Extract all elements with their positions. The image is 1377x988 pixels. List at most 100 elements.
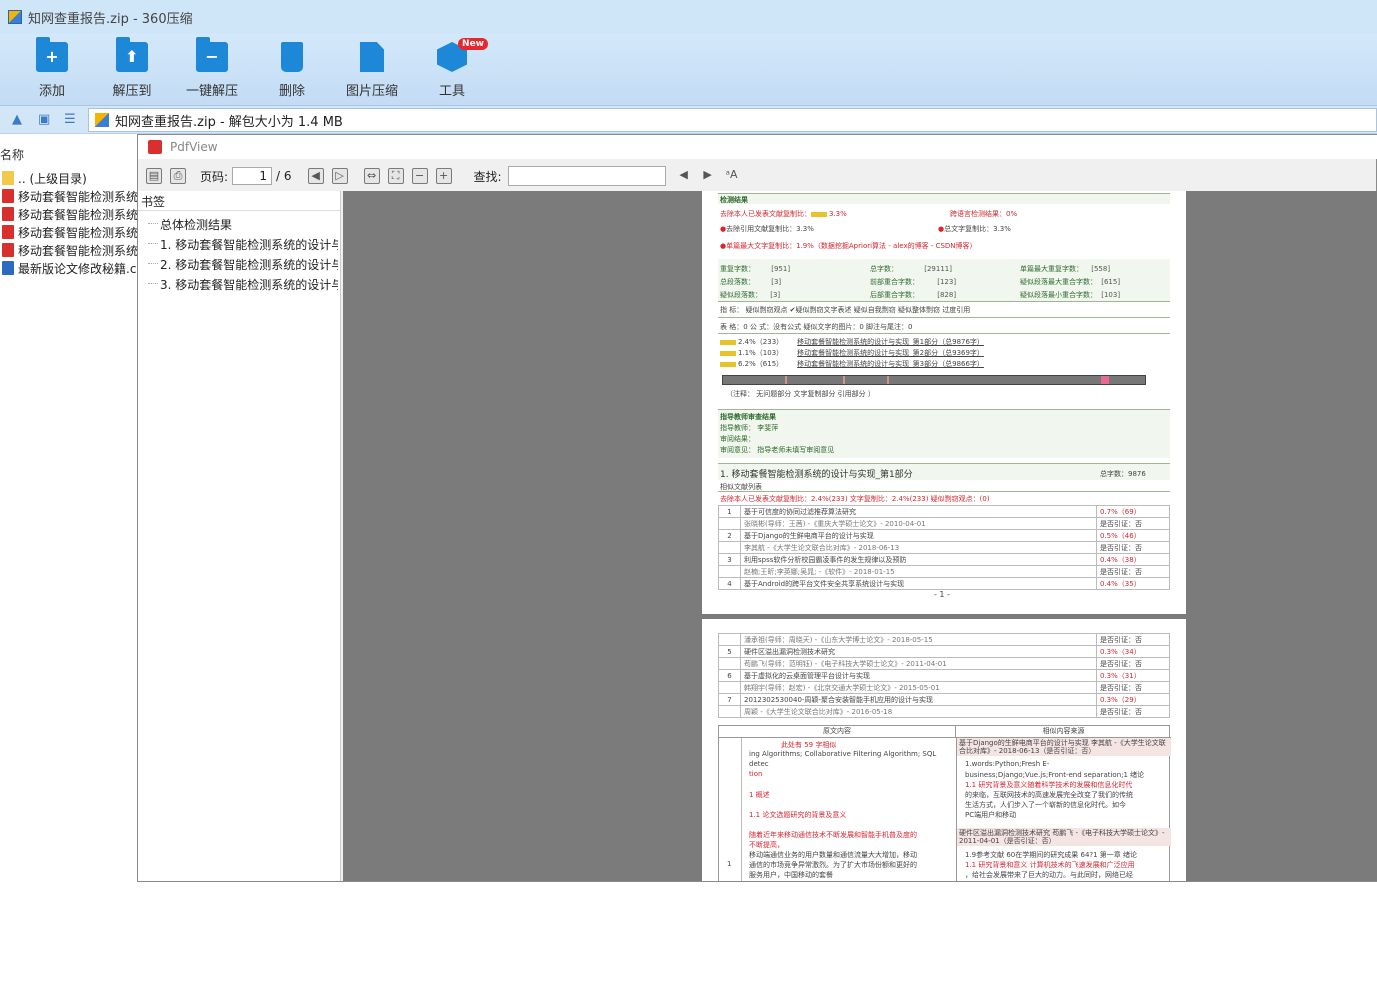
file-row-parent[interactable]: .. (上级目录) <box>2 169 142 187</box>
similar-refs-table-cont: 潘承祖(导师：周晓天) -《山东大学博士论文》- 2018-05-15 是否引证：… <box>718 633 1170 718</box>
find-next-icon[interactable]: ▶ <box>700 168 716 184</box>
thumbnail-view-icon[interactable]: ▣ <box>38 113 52 126</box>
open-icon[interactable]: ▤ <box>146 168 162 184</box>
one-click-extract-icon: − <box>196 37 228 72</box>
window-title: 知网查重报告.zip - 360压缩 <box>28 11 193 27</box>
pdfview-window: PdfView ▤ ⎙ 页码: 1 / 6 ◀ ▷ ⇔ ⛶ − + 查找: ◀ … <box>137 134 1377 882</box>
pdf-toolbar: ▤ ⎙ 页码: 1 / 6 ◀ ▷ ⇔ ⛶ − + 查找: ◀ ▶ ᵃA <box>138 163 1377 189</box>
name-column-header[interactable]: 名称 <box>0 146 24 163</box>
original-line: 不断提高， <box>749 841 784 849</box>
main-toolbar: + 添加 ⬆ 解压到 − 一键解压 删除 图片压缩 New 工具 <box>0 34 1377 106</box>
part-stats: 去除本人已发表文献复制比：2.4%(233) 文字复制比：2.4%(233) 疑… <box>720 495 990 503</box>
page-input[interactable]: 1 <box>232 167 273 185</box>
original-line: 1.1 论文选题研究的背景及意义 <box>749 811 847 819</box>
file-row[interactable]: 最新版论文修改秘籍.c <box>2 259 142 277</box>
pdfview-title-bar: PdfView <box>138 135 1377 159</box>
bookmark-item[interactable]: 2. 移动套餐智能检测系统的设计与 <box>160 256 338 273</box>
indicators-row: 指 标： 疑似剽窃观点 ✔疑似剽窃文字表述 疑似自我剽窃 疑似整体剽窃 过度引用 <box>720 306 971 314</box>
add-button[interactable]: + 添加 <box>14 37 90 99</box>
find-options-icon[interactable]: ᵃA <box>724 168 740 184</box>
file-name: .. (上级目录) <box>18 171 87 186</box>
folder-icon <box>2 171 14 185</box>
stat-row: 前部重合字数： [123] <box>870 278 957 286</box>
image-compress-button[interactable]: 图片压缩 <box>334 40 410 99</box>
tools-label: 工具 <box>438 84 465 99</box>
original-line: 移动端通信业务的用户数量和通信流量大大增加，移动 <box>749 851 917 859</box>
pdf-file-icon <box>2 243 14 257</box>
max-single-ratio: ●单篇最大文字复制比：1.9%（数据挖掘Apriori算法 - alex的博客 … <box>720 242 977 250</box>
file-row[interactable]: 移动套餐智能检测系统 <box>2 241 142 259</box>
one-click-extract-label: 一键解压 <box>185 84 238 99</box>
similar-refs-table: 1 基于可信度的协同过滤推荐算法研究 0.7%（69） 张晓彬(导师：王茜) -《重… <box>718 505 1170 590</box>
zip-file-icon <box>95 113 109 127</box>
up-arrow-icon[interactable]: ▲ <box>12 113 26 126</box>
source-line: 1.words:Python;Fresh E- <box>965 760 1050 768</box>
source-line: ，给社会发展带来了巨大的动力。与此同时，网络已经 <box>965 871 1133 879</box>
overlap-strip <box>722 375 1146 385</box>
source-column-header: 相似内容来源 <box>956 726 1171 738</box>
part-row: 2.4%（233） 移动套餐智能检测系统的设计与实现_第1部分（总9876字） <box>720 337 984 347</box>
address-bar: ▲ ▣ ☰ 知网查重报告.zip - 解包大小为 1.4 MB <box>0 106 1377 134</box>
strip-legend: （注释： 无问题部分 文字复制部分 引用部分 ） <box>726 390 875 398</box>
source-line: 生活方式，人们步入了一个崭新的信息化时代。如今 <box>965 801 1126 809</box>
file-row[interactable]: 移动套餐智能检测系统 <box>2 187 142 205</box>
total-copy-ratio: ●总文字复制比：3.3% <box>938 225 1011 233</box>
review-opinion: 审阅意见： 指导老师未填写审阅意见 <box>720 446 835 454</box>
original-line: ing Algorithms; Collaborative Filtering … <box>749 750 937 758</box>
pdf-viewer[interactable]: 检测结果 去除本人已发表文献复制比： 3.3% 跨语言检测结果：0% ●去除引用文… <box>343 191 1377 881</box>
print-icon[interactable]: ⎙ <box>170 168 186 184</box>
source-line: business;Django;Vue.js;Front-end separat… <box>965 771 1145 779</box>
add-label: 添加 <box>38 84 65 99</box>
file-name: 最新版论文修改秘籍.c <box>18 261 137 276</box>
bookmark-item[interactable]: 1. 移动套餐智能检测系统的设计与 <box>160 236 338 253</box>
original-column-header: 原文内容 <box>719 726 956 738</box>
file-name: 移动套餐智能检测系统 <box>18 225 139 240</box>
list-view-icon[interactable]: ☰ <box>64 113 78 126</box>
next-page-icon[interactable]: ▷ <box>331 168 348 184</box>
fit-width-icon[interactable]: ⇔ <box>363 168 380 184</box>
tools-button[interactable]: New 工具 <box>414 38 490 99</box>
part-title: 1. 移动套餐智能检测系统的设计与实现_第1部分 <box>720 470 913 480</box>
source-line: 1.1 研究背景及意义随着科学技术的发展和信息化时代 <box>965 781 1133 789</box>
page-number: - 1 - <box>934 590 950 599</box>
pdf-file-icon <box>2 189 14 203</box>
delete-label: 删除 <box>278 84 305 99</box>
stat-row: 重复字数： [951] <box>720 265 791 273</box>
title-bar: 知网查重报告.zip - 360压缩 <box>0 0 1377 34</box>
fit-page-icon[interactable]: ⛶ <box>387 168 404 184</box>
stat-row: 疑似段落最小重合字数： [103] <box>1020 291 1121 299</box>
zoom-out-icon[interactable]: − <box>411 168 428 184</box>
bookmark-item[interactable]: 3. 移动套餐智能检测系统的设计与 <box>160 276 338 293</box>
pdf-app-icon <box>148 140 162 154</box>
find-prev-icon[interactable]: ◀ <box>676 168 692 184</box>
stat-row: 总段落数： [3] <box>720 278 782 286</box>
bookmark-panel: 书签 总体检测结果 1. 移动套餐智能检测系统的设计与 2. 移动套餐智能检测系… <box>138 191 341 881</box>
extract-to-button[interactable]: ⬆ 解压到 <box>94 37 170 99</box>
one-click-extract-button[interactable]: − 一键解压 <box>174 37 250 99</box>
original-line: 通信的市场竞争异常激烈。为了扩大市场份额和更好的 <box>749 861 917 869</box>
copy-ratio-label: 去除本人已发表文献复制比： <box>720 210 811 218</box>
tables-row: 表 格：0 公 式：没有公式 疑似文字的图片：0 脚注与尾注：0 <box>720 323 913 331</box>
compare-table: 原文内容 相似内容来源 1 此处有 59 字相似 ing Algorithms;… <box>718 725 1171 881</box>
address-text: 知网查重报告.zip - 解包大小为 1.4 MB <box>115 114 343 130</box>
address-box[interactable]: 知网查重报告.zip - 解包大小为 1.4 MB <box>88 108 1377 132</box>
bookmark-item[interactable]: 总体检测结果 <box>160 216 338 233</box>
file-row[interactable]: 移动套餐智能检测系统 <box>2 205 142 223</box>
zoom-in-icon[interactable]: + <box>435 168 452 184</box>
file-name: 移动套餐智能检测系统 <box>18 243 139 258</box>
section-title: 检测结果 <box>720 196 748 204</box>
find-label: 查找: <box>473 169 502 184</box>
prev-page-icon[interactable]: ◀ <box>307 168 324 184</box>
extract-to-icon: ⬆ <box>116 37 148 72</box>
delete-button[interactable]: 删除 <box>254 40 330 99</box>
find-input[interactable] <box>507 166 666 186</box>
pdf-page-1: 检测结果 去除本人已发表文献复制比： 3.3% 跨语言检测结果：0% ●去除引用文… <box>702 191 1186 614</box>
source-line: PC端用户和移动 <box>965 811 1017 819</box>
stat-row: 单篇最大重复字数： [558] <box>1020 265 1111 273</box>
original-line: 此处有 59 字相似 <box>781 741 837 749</box>
original-line: detec <box>749 760 769 768</box>
file-row[interactable]: 移动套餐智能检测系统 <box>2 223 142 241</box>
part-row: 1.1%（103） 移动套餐智能检测系统的设计与实现_第2部分（总9369字） <box>720 348 984 358</box>
stat-row: 疑似段落数： [3] <box>720 291 781 299</box>
pdf-page-2: 潘承祖(导师：周晓天) -《山东大学博士论文》- 2018-05-15 是否引证：… <box>702 619 1186 881</box>
